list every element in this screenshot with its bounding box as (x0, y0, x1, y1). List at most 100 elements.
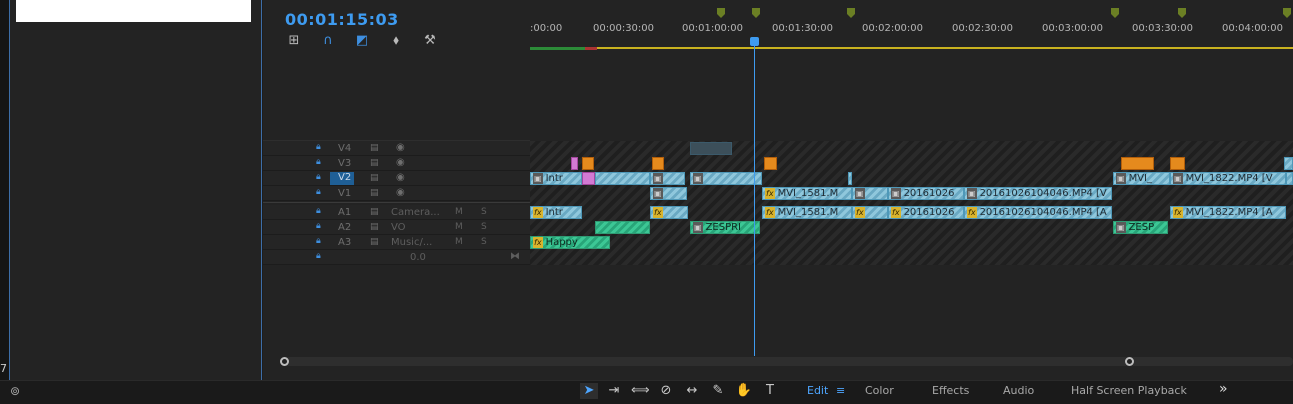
clip-a2[interactable] (595, 221, 650, 234)
type-tool-icon[interactable]: T (761, 383, 779, 399)
clip-v1[interactable]: ▣ (650, 187, 687, 200)
sync-lock-icon[interactable]: ▤ (370, 188, 379, 198)
track-name-v3[interactable]: V3 (338, 158, 351, 169)
clip-v4[interactable] (690, 142, 732, 155)
razor-tool-icon[interactable]: ⊘ (657, 383, 675, 399)
lock-icon[interactable]: 🔒︎ (316, 221, 324, 231)
clip-v2[interactable] (595, 172, 650, 185)
clip-v2-intro[interactable]: ▣ Intr (530, 172, 582, 185)
clip-v2[interactable] (1286, 172, 1293, 185)
lock-icon[interactable]: 🔒︎ (316, 172, 324, 182)
clip-v2-mvi1822[interactable]: ▣ MVI_1822.MP4 [V (1170, 172, 1286, 185)
track-name-a1[interactable]: A1 (338, 207, 351, 218)
clip-a1[interactable]: fx (852, 206, 888, 219)
playhead-line[interactable] (754, 40, 755, 356)
track-select-tool-icon[interactable]: ⇥ (605, 383, 623, 399)
marker-icon[interactable]: ⬧ (388, 33, 404, 49)
workspace-menu-icon[interactable]: ≡ (836, 384, 845, 397)
clip-v3[interactable] (1121, 157, 1154, 170)
insert-icon[interactable]: ⊞ (286, 33, 302, 49)
clip-a3-happy[interactable]: fx Happy (530, 236, 610, 249)
track-name-a3[interactable]: A3 (338, 237, 351, 248)
mute-button[interactable]: M (455, 222, 463, 232)
clip-v1-mvi1581[interactable]: fx MVI_1581.M (762, 187, 852, 200)
sync-lock-icon[interactable]: ▤ (370, 158, 379, 168)
track-name-v4[interactable]: V4 (338, 143, 351, 154)
project-panel[interactable] (9, 0, 262, 380)
scrollbar-start-handle[interactable] (280, 357, 289, 366)
hand-tool-icon[interactable]: ✋ (735, 383, 753, 399)
lock-icon[interactable]: 🔒︎ (316, 142, 324, 152)
eye-icon[interactable]: ◉ (396, 172, 405, 183)
clip-v3[interactable] (582, 157, 594, 170)
clip-v3[interactable] (571, 157, 578, 170)
linked-selection-icon[interactable]: ◩ (354, 33, 370, 49)
ruler-label: :00:00 (530, 23, 563, 34)
clip-v1[interactable]: ▣ (852, 187, 888, 200)
clip-v2[interactable] (582, 172, 595, 185)
ruler-label: 00:03:00:00 (1042, 23, 1104, 34)
solo-button[interactable]: S (481, 237, 487, 247)
workspace-tab-audio[interactable]: Audio (1003, 384, 1034, 397)
master-volume[interactable]: 0.0 (410, 252, 426, 263)
workspace-tab-effects[interactable]: Effects (932, 384, 969, 397)
eye-icon[interactable]: ◉ (396, 142, 405, 153)
clip-a1-intro[interactable]: fx Intr (530, 206, 582, 219)
lock-icon[interactable]: 🔒︎ (316, 236, 324, 246)
eye-icon[interactable]: ◉ (396, 187, 405, 198)
slip-tool-icon[interactable]: ↔ (683, 383, 701, 399)
lock-icon[interactable]: 🔒︎ (316, 157, 324, 167)
sync-lock-icon[interactable]: ▤ (370, 173, 379, 183)
pen-tool-icon[interactable]: ✎ (709, 383, 727, 399)
workspace-tab-edit[interactable]: Edit (807, 384, 828, 397)
clip-v2[interactable]: ▣ (690, 172, 762, 185)
clip-a1-mvi1581[interactable]: fx MVI_1581.M (762, 206, 852, 219)
lock-icon[interactable]: 🔒︎ (316, 251, 324, 261)
clip-v2[interactable]: ▣ (650, 172, 685, 185)
clip-v2[interactable] (848, 172, 852, 185)
clip-v2-mvi[interactable]: ▣ MVI_ (1113, 172, 1170, 185)
track-name-a2[interactable]: A2 (338, 222, 351, 233)
clip-v3[interactable] (652, 157, 664, 170)
clip-a2-zespri[interactable]: ▣ ZESPRI (690, 221, 760, 234)
timeline-scrollbar[interactable] (280, 357, 1293, 366)
clip-a1-mvi1822[interactable]: fx MVI_1822.MP4 [A (1170, 206, 1286, 219)
mute-button[interactable]: M (455, 237, 463, 247)
clip-a1-20161026104046[interactable]: fx 20161026104046.MP4 [A (964, 206, 1112, 219)
render-status-green (530, 47, 585, 50)
clip-v3[interactable] (1284, 157, 1293, 170)
clip-a1-20161026[interactable]: fx 20161026 (888, 206, 964, 219)
more-workspaces-icon[interactable]: » (1219, 381, 1228, 397)
work-area-bar[interactable] (530, 47, 1293, 49)
sync-lock-icon[interactable]: ▤ (370, 222, 379, 232)
master-end-icon[interactable]: ⧓ (510, 251, 520, 262)
creative-cloud-icon[interactable]: ⊚ (10, 384, 20, 398)
track-header-master[interactable] (263, 250, 530, 265)
scrollbar-end-handle[interactable] (1125, 357, 1134, 366)
clip-v1-20161026[interactable]: ▣ 20161026 (888, 187, 964, 200)
track-name-v1[interactable]: V1 (338, 188, 351, 199)
clip-v3[interactable] (764, 157, 777, 170)
clip-a2-zespri[interactable]: ▣ ZESP (1113, 221, 1168, 234)
clip-v1-20161026104046[interactable]: ▣ 20161026104046.MP4 [V (964, 187, 1112, 200)
clip-a1[interactable]: fx (650, 206, 688, 219)
track-name-v2[interactable]: V2 (330, 172, 354, 185)
workspace-tab-half-screen-playback[interactable]: Half Screen Playback (1071, 384, 1187, 397)
wrench-icon[interactable]: ⚒ (422, 33, 438, 49)
snap-icon[interactable]: ∩ (320, 33, 336, 49)
eye-icon[interactable]: ◉ (396, 157, 405, 168)
playhead-timecode[interactable]: 00:01:15:03 (285, 10, 399, 29)
sync-lock-icon[interactable]: ▤ (370, 237, 379, 247)
solo-button[interactable]: S (481, 222, 487, 232)
lock-icon[interactable]: 🔒︎ (316, 206, 324, 216)
clip-v3[interactable] (1170, 157, 1185, 170)
selection-tool-icon[interactable]: ➤ (580, 383, 598, 399)
playhead-handle[interactable] (750, 37, 759, 46)
workspace-tab-color[interactable]: Color (865, 384, 894, 397)
lock-icon[interactable]: 🔒︎ (316, 187, 324, 197)
sync-lock-icon[interactable]: ▤ (370, 143, 379, 153)
sync-lock-icon[interactable]: ▤ (370, 207, 379, 217)
ripple-edit-tool-icon[interactable]: ⟺ (631, 383, 650, 399)
mute-button[interactable]: M (455, 207, 463, 217)
solo-button[interactable]: S (481, 207, 487, 217)
